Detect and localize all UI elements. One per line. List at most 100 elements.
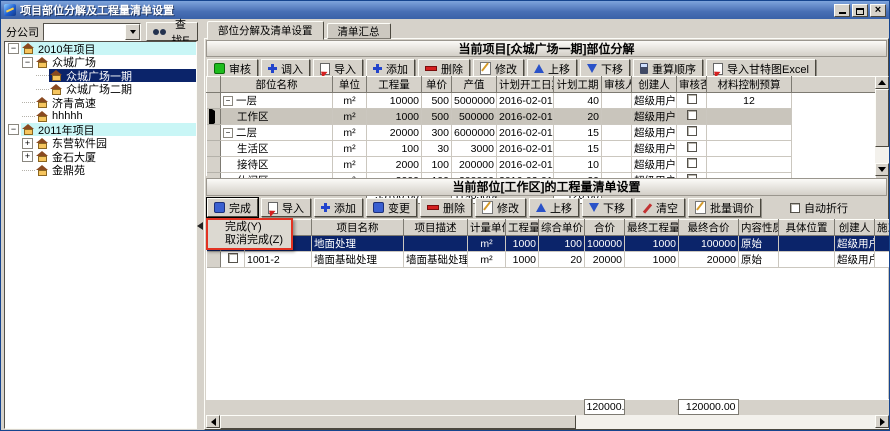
unit-cell[interactable]: m² (468, 252, 506, 268)
column-header[interactable]: 综合单价 (539, 220, 585, 236)
expander-plus-icon[interactable]: + (22, 151, 33, 162)
row-indicator[interactable] (207, 252, 221, 268)
audited-checkbox-cell[interactable] (677, 125, 707, 141)
audited-checkbox-cell[interactable] (677, 93, 707, 109)
auditor-cell[interactable] (602, 93, 632, 109)
scroll-right-button[interactable] (875, 415, 889, 428)
row-indicator[interactable] (207, 125, 221, 141)
start-date-cell[interactable]: 2016-02-01 (497, 157, 554, 173)
duration-cell[interactable]: 10 (554, 157, 602, 173)
creator-cell[interactable]: 超级用户 (632, 93, 677, 109)
output-cell[interactable]: 200000 (452, 157, 497, 173)
tree-item[interactable]: 众城广场二期 (5, 83, 196, 97)
table-row[interactable]: 工作区m²10005005000002016-02-0120超级用户 (207, 109, 876, 125)
menu-item-finish[interactable]: 完成(Y) (208, 221, 291, 234)
creator-cell[interactable]: 超级用户 (835, 236, 875, 252)
material-budget-cell[interactable] (707, 157, 792, 173)
batch-price-button[interactable]: 批量调价 (688, 198, 761, 217)
creator-cell[interactable]: 超级用户 (632, 157, 677, 173)
checkbox-icon[interactable] (687, 110, 697, 120)
duration-cell[interactable]: 15 (554, 141, 602, 157)
expander-minus-icon[interactable]: − (8, 124, 19, 135)
row-indicator[interactable] (207, 109, 221, 125)
column-header[interactable]: 最终工程量 (625, 220, 679, 236)
qty-cell[interactable]: 2000 (367, 157, 422, 173)
tree-item[interactable]: +东营软件园 (5, 137, 196, 151)
table-row[interactable]: 生活区m²1003030002016-02-0115超级用户 (207, 141, 876, 157)
unit-cell[interactable]: m² (333, 125, 367, 141)
qty-cell[interactable]: 20000 (367, 125, 422, 141)
column-header[interactable]: 最终合价 (679, 220, 739, 236)
import-button[interactable]: 导入 (261, 198, 311, 217)
column-header[interactable]: 审核否 (677, 77, 707, 93)
checkbox-icon[interactable] (687, 158, 697, 168)
total-cell[interactable]: 20000 (585, 252, 625, 268)
output-cell[interactable]: 3000 (452, 141, 497, 157)
output-cell[interactable]: 500000 (452, 109, 497, 125)
creator-cell[interactable]: 超级用户 (632, 125, 677, 141)
qty-cell[interactable]: 1000 (506, 252, 539, 268)
clear-button[interactable]: 清空 (635, 198, 685, 217)
expander-plus-icon[interactable]: + (22, 138, 33, 149)
move-down-button[interactable]: 下移 (582, 198, 632, 217)
start-date-cell[interactable]: 2016-02-01 (497, 125, 554, 141)
column-header[interactable]: 单位 (333, 77, 367, 93)
final-qty-cell[interactable]: 1000 (625, 236, 679, 252)
column-header[interactable]: 材料控制预算 (707, 77, 792, 93)
output-cell[interactable]: 6000000 (452, 125, 497, 141)
part-name-cell[interactable]: 生活区 (221, 141, 333, 157)
modify-button[interactable]: 修改 (475, 198, 526, 217)
finish-button[interactable]: 完成 (207, 198, 258, 217)
material-budget-cell[interactable] (707, 109, 792, 125)
scrollbar-thumb[interactable] (220, 415, 576, 429)
start-date-cell[interactable]: 2016-02-01 (497, 93, 554, 109)
duration-cell[interactable]: 15 (554, 125, 602, 141)
column-header[interactable]: 具体位置 (779, 220, 835, 236)
qty-cell[interactable]: 1000 (506, 236, 539, 252)
auditor-cell[interactable] (602, 125, 632, 141)
combobox-dropdown-button[interactable] (125, 24, 140, 40)
branch-combobox[interactable] (43, 23, 141, 41)
checkbox-icon[interactable] (687, 142, 697, 152)
price-cell[interactable]: 500 (422, 93, 452, 109)
audited-checkbox-cell[interactable] (677, 109, 707, 125)
part-name-cell[interactable]: −一层 (221, 93, 333, 109)
checkbox-icon[interactable] (228, 253, 238, 263)
unit-cell[interactable]: m² (468, 236, 506, 252)
checkbox-icon[interactable] (687, 126, 697, 136)
output-cell[interactable]: 5000000 (452, 93, 497, 109)
horizontal-scrollbar[interactable] (206, 415, 889, 429)
expander-minus-icon[interactable]: − (223, 128, 233, 138)
column-header[interactable]: 单价 (422, 77, 452, 93)
price-cell[interactable]: 100 (422, 157, 452, 173)
code-cell[interactable]: 1001-2 (245, 252, 312, 268)
item-name-cell[interactable]: 墙面基础处理 (312, 252, 404, 268)
column-header[interactable]: 合价 (585, 220, 625, 236)
scroll-left-button[interactable] (206, 415, 220, 428)
material-budget-cell[interactable] (707, 141, 792, 157)
change-button[interactable]: 变更 (366, 198, 417, 217)
column-header[interactable]: 工程量 (367, 77, 422, 93)
table-row[interactable]: 1001-2墙面基础处理墙面基础处理m²10002020000100020000… (207, 252, 890, 268)
part-name-cell[interactable]: −二层 (221, 125, 333, 141)
price-cell[interactable]: 500 (422, 109, 452, 125)
column-header[interactable]: 产值 (452, 77, 497, 93)
table-row[interactable]: −一层m²1000050050000002016-02-0140超级用户12 (207, 93, 876, 109)
material-budget-cell[interactable]: 12 (707, 93, 792, 109)
menu-item-cancel-finish[interactable]: 取消完成(Z) (208, 234, 291, 247)
tab-boq-summary[interactable]: 清单汇总 (327, 23, 391, 39)
scrollbar-track[interactable] (576, 415, 875, 429)
tree-item[interactable]: 金鼎苑 (5, 164, 196, 178)
add-button[interactable]: 添加 (314, 198, 363, 217)
item-desc-cell[interactable] (404, 236, 468, 252)
item-name-cell[interactable]: 地面处理 (312, 236, 404, 252)
row-indicator[interactable] (207, 141, 221, 157)
column-header[interactable]: 计划工期 (554, 77, 602, 93)
material-budget-cell[interactable] (707, 125, 792, 141)
vertical-scrollbar[interactable] (875, 76, 889, 176)
move-up-button[interactable]: 上移 (529, 198, 579, 217)
part-name-cell[interactable]: 接待区 (221, 157, 333, 173)
price-cell[interactable]: 30 (422, 141, 452, 157)
column-header[interactable]: 部位名称 (221, 77, 333, 93)
unit-cell[interactable]: m² (333, 141, 367, 157)
